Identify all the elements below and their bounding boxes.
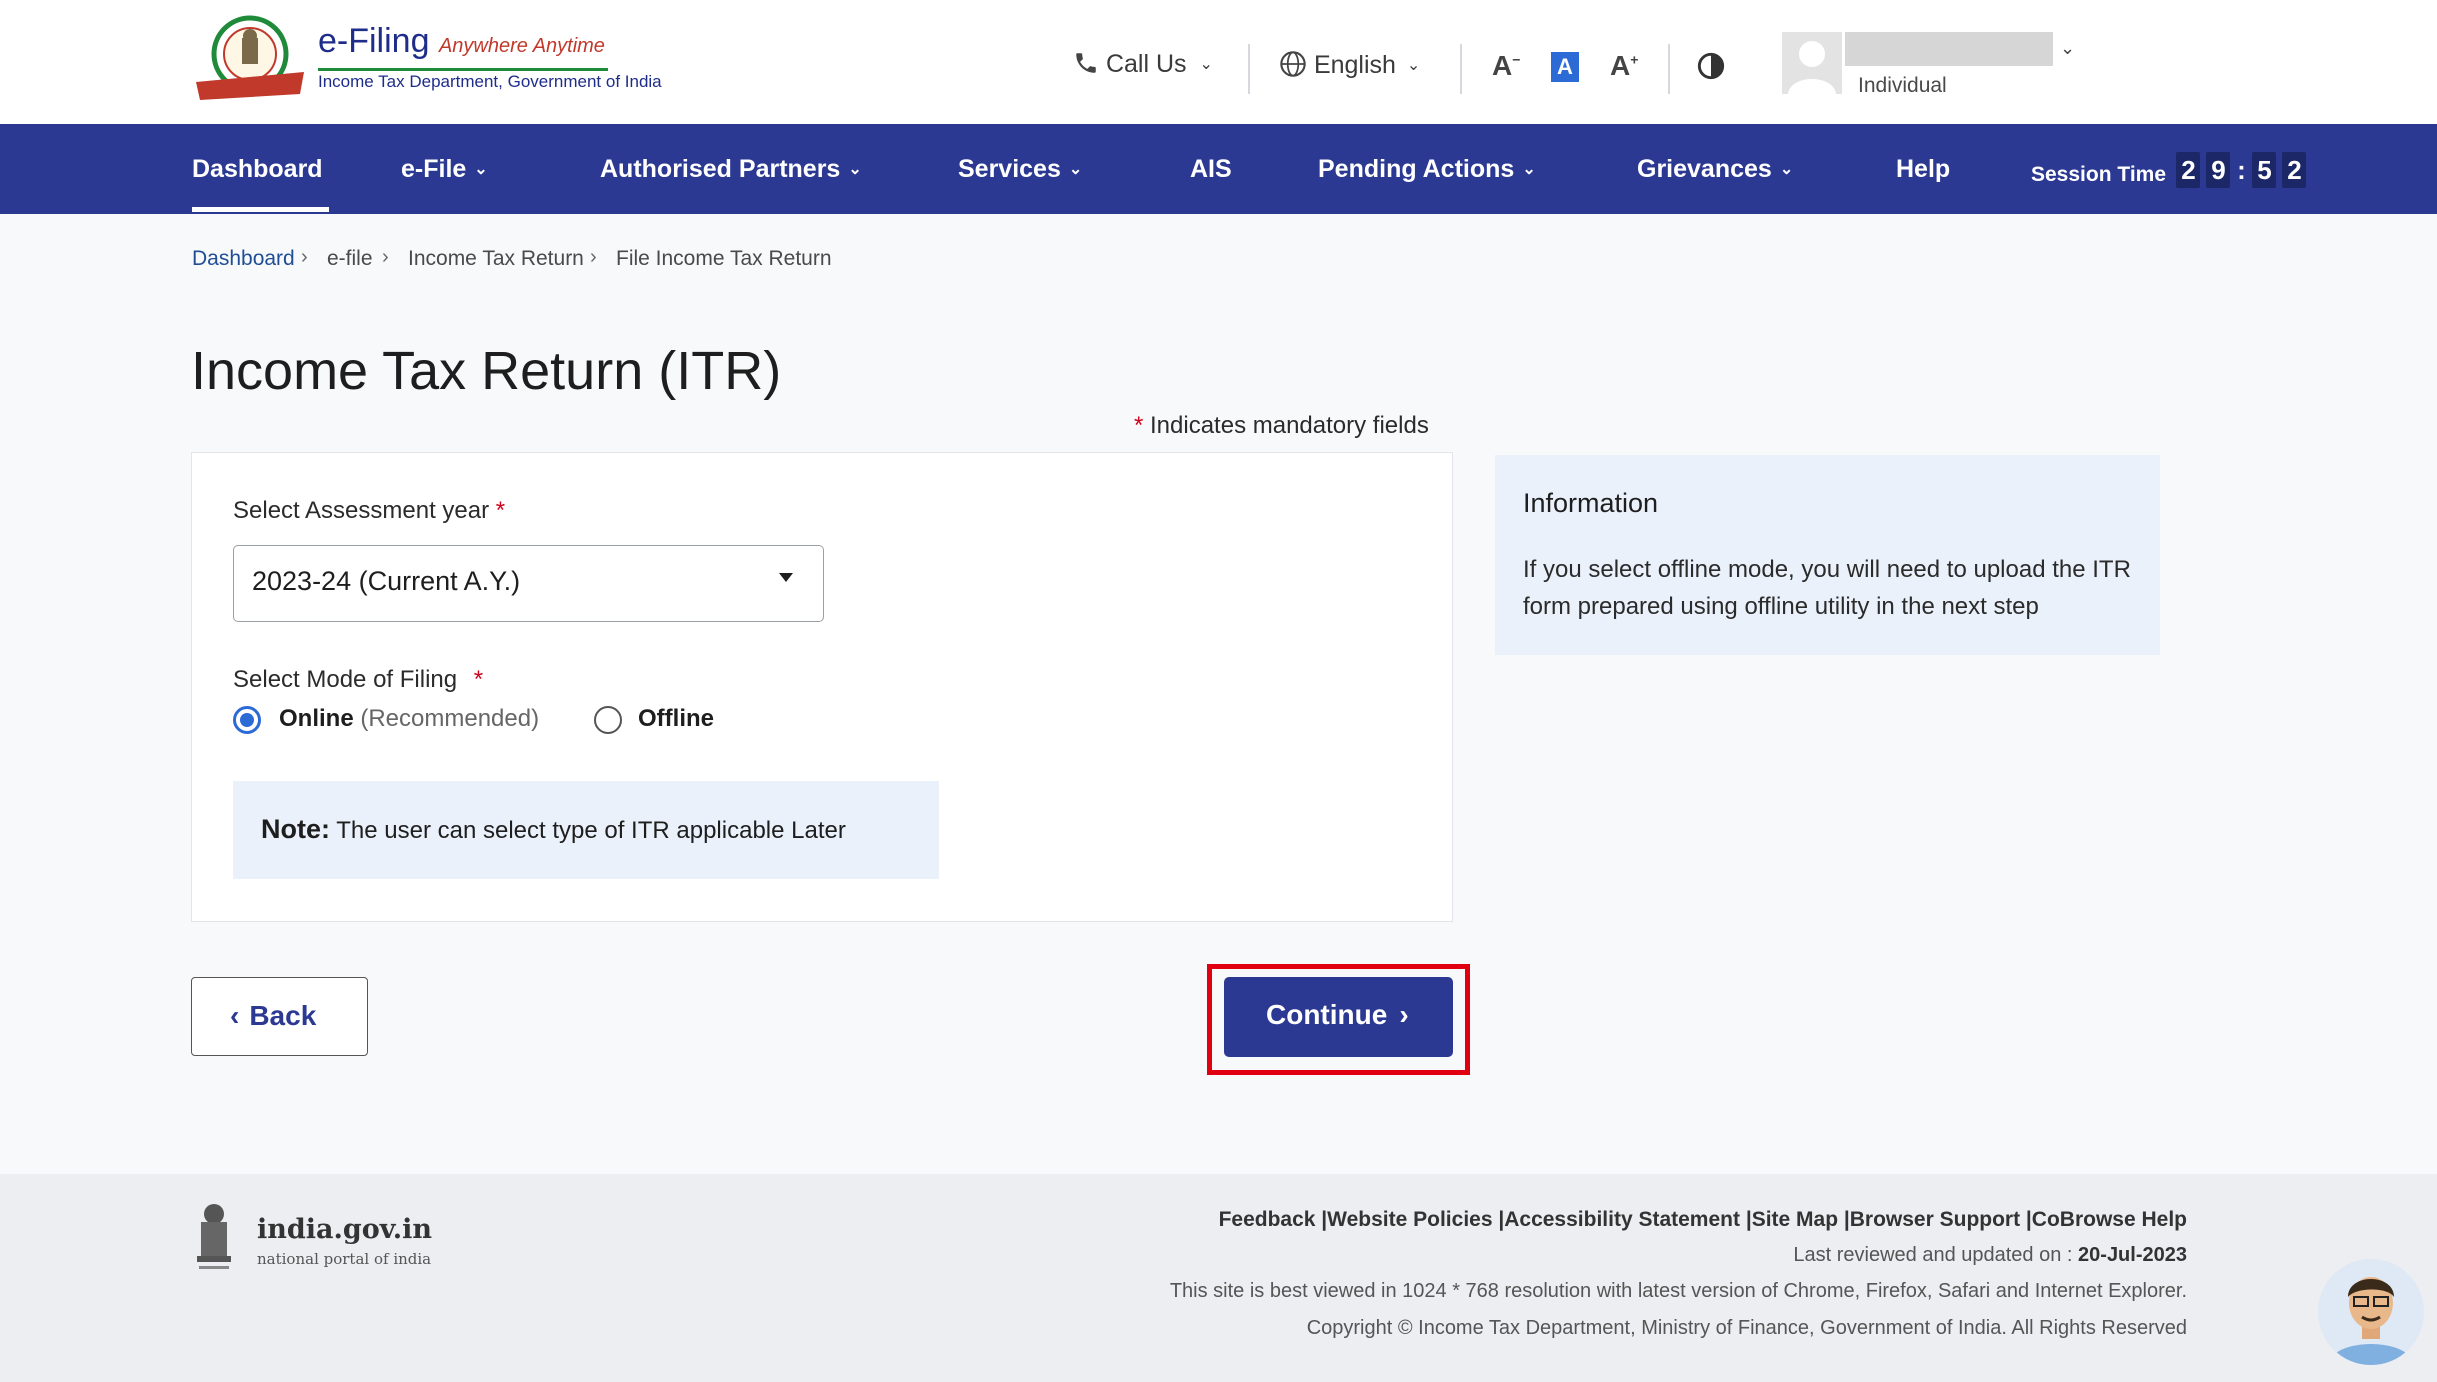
nav-help[interactable]: Help — [1896, 124, 1950, 214]
session-digit: 2 — [2282, 152, 2307, 188]
phone-icon — [1076, 53, 1096, 73]
nav-grievances[interactable]: Grievances ⌄ — [1637, 124, 1793, 214]
emblem-icon — [196, 15, 304, 100]
nav-ais[interactable]: AIS — [1190, 124, 1232, 214]
session-label: Session Time — [2031, 162, 2167, 186]
efiling-logo[interactable]: e-Filing Anywhere Anytime Income Tax Dep… — [190, 14, 662, 104]
top-header: e-Filing Anywhere Anytime Income Tax Dep… — [0, 0, 2437, 124]
note-text: The user can select type of ITR applicab… — [336, 817, 846, 844]
decrease-font-icon[interactable]: A− — [1492, 50, 1520, 82]
page-title: Income Tax Return (ITR) — [191, 341, 782, 401]
increase-font-icon[interactable]: A+ — [1610, 50, 1638, 82]
nav-pending-actions[interactable]: Pending Actions ⌄ — [1318, 124, 1536, 214]
language-label: English — [1313, 51, 1396, 79]
chevron-down-icon: ⌄ — [1406, 57, 1421, 74]
continue-label: Continue — [1266, 999, 1388, 1030]
chevron-down-icon[interactable]: ⌄ — [2060, 38, 2075, 59]
ashoka-emblem-icon — [197, 1204, 231, 1269]
ay-label: Select Assessment year * — [233, 497, 506, 524]
logo-subtitle: Income Tax Department, Government of Ind… — [318, 72, 662, 91]
chevron-down-icon: ⌄ — [1199, 56, 1213, 73]
continue-button[interactable]: Continue › — [1224, 977, 1453, 1057]
assistant-icon — [2328, 1277, 2414, 1365]
radio-offline-label: Offline — [638, 705, 714, 732]
divider — [1248, 44, 1250, 94]
session-digit: 2 — [2176, 152, 2201, 188]
session-colon: : — [2237, 155, 2246, 185]
avatar[interactable] — [1782, 32, 1842, 94]
chevron-down-icon: ⌄ — [1779, 161, 1794, 178]
breadcrumb-income-tax-return[interactable]: Income Tax Return — [408, 247, 584, 271]
footer-links[interactable]: Feedback |Website Policies |Accessibilit… — [1219, 1208, 2187, 1232]
chevron-down-icon: ⌄ — [1522, 161, 1536, 178]
info-text: If you select offline mode, you will nee… — [1523, 556, 2131, 620]
required-asterisk: * — [495, 497, 506, 524]
session-timer: Session Time 29:52 — [2031, 150, 2307, 190]
normal-font-icon[interactable]: A — [1551, 52, 1579, 82]
best-viewed-note: This site is best viewed in 1024 * 768 r… — [1169, 1280, 2187, 1302]
back-label: Back — [249, 1000, 317, 1031]
session-digit: 9 — [2206, 152, 2231, 188]
language-dropdown[interactable]: English ⌄ — [1279, 50, 1420, 90]
india-gov-link[interactable]: india.gov.in national portal of india — [191, 1200, 451, 1280]
chevron-right-icon: › — [301, 246, 308, 268]
call-us-dropdown[interactable]: Call Us ⌄ — [1073, 50, 1213, 90]
call-us-label: Call Us — [1105, 50, 1187, 78]
nav-services[interactable]: Services ⌄ — [958, 124, 1082, 214]
assessment-year-select[interactable]: 2023-24 (Current A.Y.) — [233, 545, 824, 622]
required-asterisk: * — [473, 666, 484, 693]
breadcrumb-efile[interactable]: e-file — [327, 247, 373, 271]
ay-select-value: 2023-24 (Current A.Y.) — [252, 566, 521, 596]
divider — [1668, 44, 1670, 94]
chevron-right-icon: › — [590, 246, 597, 268]
nav-efile[interactable]: e-File ⌄ — [401, 124, 488, 214]
nav-dashboard[interactable]: Dashboard — [192, 124, 329, 214]
chevron-down-icon: ⌄ — [848, 161, 862, 178]
note-box: Note: The user can select type of ITR ap… — [233, 781, 939, 879]
globe-icon — [1280, 51, 1306, 77]
info-box: Information If you select offline mode, … — [1495, 455, 2160, 655]
logo-title: e-Filing — [318, 22, 430, 60]
chevron-left-icon: ‹ — [230, 1000, 240, 1031]
back-button[interactable]: ‹ Back — [191, 977, 368, 1056]
portal-name: india.gov.in — [257, 1214, 433, 1245]
divider — [1460, 44, 1462, 94]
chevron-down-icon: ⌄ — [1068, 161, 1083, 178]
breadcrumb-current: File Income Tax Return — [616, 247, 832, 270]
chevron-right-icon: › — [1399, 999, 1409, 1030]
logo-tagline: Anywhere Anytime — [438, 35, 605, 57]
radio-online[interactable]: Online (Recommended) — [233, 703, 553, 737]
last-reviewed: Last reviewed and updated on : 20-Jul-20… — [1793, 1244, 2187, 1266]
radio-offline-indicator[interactable] — [594, 706, 622, 734]
breadcrumb-dashboard[interactable]: Dashboard — [192, 247, 295, 271]
footer: india.gov.in national portal of india Fe… — [0, 1174, 2437, 1382]
user-icon — [1788, 41, 1836, 94]
mandatory-note: * Indicates mandatory fields — [1134, 412, 1429, 439]
note-title: Note: — [261, 814, 330, 844]
chevron-down-icon: ⌄ — [474, 161, 488, 178]
copyright: Copyright © Income Tax Department, Minis… — [1306, 1317, 2187, 1339]
radio-offline[interactable]: Offline — [594, 703, 754, 737]
session-digit: 5 — [2252, 152, 2277, 188]
chatbot-avatar[interactable] — [2318, 1259, 2424, 1365]
mode-label: Select Mode of Filing * — [233, 666, 484, 693]
radio-online-hint: (Recommended) — [360, 705, 540, 732]
info-title: Information — [1523, 488, 1659, 518]
radio-online-indicator[interactable] — [233, 706, 261, 734]
user-type: Individual — [1858, 74, 1947, 97]
portal-tagline: national portal of india — [257, 1250, 432, 1268]
nav-authorised-partners[interactable]: Authorised Partners ⌄ — [600, 124, 862, 214]
contrast-icon[interactable] — [1697, 52, 1725, 80]
required-asterisk: * — [1134, 412, 1144, 439]
chevron-right-icon: › — [382, 246, 389, 268]
caret-down-icon — [779, 573, 793, 582]
main-nav: Dashboard e-File ⌄ Authorised Partners ⌄ S… — [0, 124, 2437, 214]
radio-online-label: Online — [279, 705, 354, 732]
user-name-redacted — [1845, 32, 2053, 66]
